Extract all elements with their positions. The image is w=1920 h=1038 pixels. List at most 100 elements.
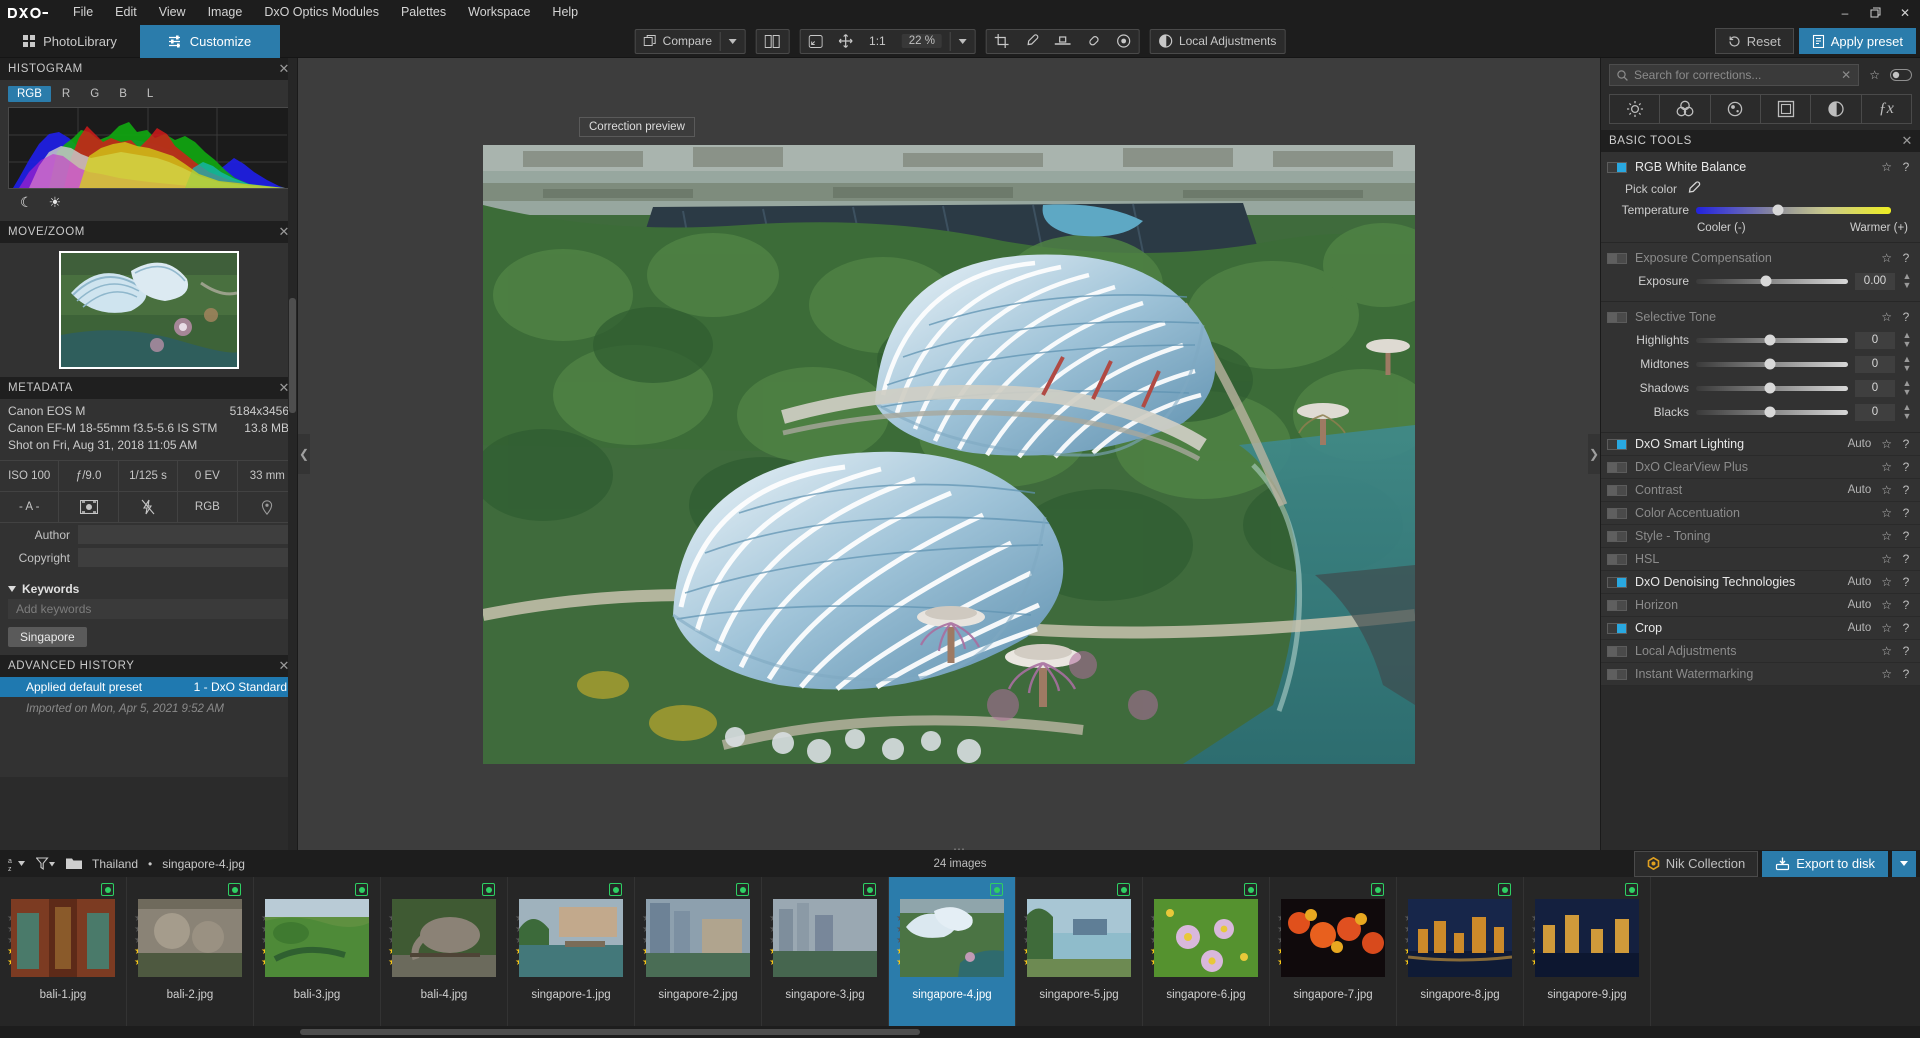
tool-row-dxo-denoising-technologies-auto[interactable]: Auto bbox=[1848, 576, 1872, 588]
histogram-tab-r[interactable]: R bbox=[53, 86, 79, 102]
tool-rgb-white-balance-toggle[interactable] bbox=[1607, 161, 1627, 173]
tool-row-contrast-toggle[interactable] bbox=[1607, 484, 1627, 496]
filmstrip-scrollbar-thumb[interactable] bbox=[300, 1029, 920, 1035]
pick-color-row[interactable]: Pick color bbox=[1601, 178, 1920, 200]
tool-row-local-adjustments-toggle[interactable] bbox=[1607, 645, 1627, 657]
tab-customize[interactable]: Customize bbox=[140, 24, 280, 58]
tool-row-color-accentuation-toggle[interactable] bbox=[1607, 507, 1627, 519]
keywords-header[interactable]: Keywords bbox=[0, 576, 297, 599]
breadcrumb-folder[interactable]: Thailand bbox=[92, 857, 138, 871]
keywords-input[interactable]: Add keywords bbox=[8, 599, 289, 619]
pan-move-button[interactable] bbox=[831, 30, 861, 53]
copyright-field[interactable] bbox=[78, 548, 289, 567]
menu-workspace[interactable]: Workspace bbox=[457, 0, 541, 25]
zoom-dropdown[interactable] bbox=[951, 30, 975, 53]
filmstrip-scrollbar[interactable] bbox=[0, 1026, 1920, 1038]
tool-row-dxo-denoising-technologies[interactable]: DxO Denoising Technologies Auto ☆ ? bbox=[1601, 571, 1920, 594]
tool-row-local-adjustments-help-icon[interactable]: ? bbox=[1900, 644, 1912, 658]
minimize-button[interactable]: – bbox=[1830, 0, 1860, 25]
tool-row-style-toning[interactable]: Style - Toning ☆ ? bbox=[1601, 525, 1920, 548]
menu-image[interactable]: Image bbox=[197, 0, 254, 25]
eyedropper-tool-button[interactable] bbox=[1017, 30, 1047, 53]
histogram-tab-b[interactable]: B bbox=[110, 86, 136, 102]
tool-row-contrast-favorite-icon[interactable]: ☆ bbox=[1881, 483, 1892, 497]
tool-row-crop-help-icon[interactable]: ? bbox=[1900, 621, 1912, 635]
toggle-all-icon[interactable] bbox=[1890, 69, 1912, 81]
menu-dxo-optics-modules[interactable]: DxO Optics Modules bbox=[253, 0, 390, 25]
shadows-slider[interactable] bbox=[1696, 382, 1848, 394]
tool-row-dxo-denoising-technologies-favorite-icon[interactable]: ☆ bbox=[1881, 575, 1892, 589]
tool-exposure-compensation-favorite-icon[interactable]: ☆ bbox=[1881, 251, 1892, 265]
tool-rgb-white-balance-header[interactable]: RGB White Balance ☆ ? bbox=[1601, 156, 1920, 178]
tool-row-dxo-smart-lighting[interactable]: DxO Smart Lighting Auto ☆ ? bbox=[1601, 433, 1920, 456]
tool-row-contrast-auto[interactable]: Auto bbox=[1848, 484, 1872, 496]
tool-row-horizon-help-icon[interactable]: ? bbox=[1900, 598, 1912, 612]
tab-light-icon[interactable] bbox=[1610, 95, 1661, 123]
favorites-star-icon[interactable]: ☆ bbox=[1869, 68, 1880, 82]
tool-row-dxo-smart-lighting-help-icon[interactable]: ? bbox=[1900, 437, 1912, 451]
tool-row-contrast[interactable]: Contrast Auto ☆ ? bbox=[1601, 479, 1920, 502]
filmstrip-item[interactable]: ↴ ★★★★★ singapore-7.jpg bbox=[1270, 877, 1397, 1026]
filmstrip-resize-handle[interactable]: ⋯ bbox=[953, 842, 967, 856]
tool-row-dxo-clearview-plus-help-icon[interactable]: ? bbox=[1900, 460, 1912, 474]
menu-help[interactable]: Help bbox=[541, 0, 589, 25]
tool-row-style-toning-help-icon[interactable]: ? bbox=[1900, 529, 1912, 543]
tool-row-crop-favorite-icon[interactable]: ☆ bbox=[1881, 621, 1892, 635]
temperature-slider[interactable] bbox=[1696, 204, 1891, 216]
filmstrip-item[interactable]: ↴ ★★★★★ singapore-1.jpg bbox=[508, 877, 635, 1026]
filmstrip-item[interactable]: ↴ ★★★★★ bali-4.jpg bbox=[381, 877, 508, 1026]
compare-dropdown[interactable] bbox=[721, 30, 745, 53]
basic-tools-close-icon[interactable]: ✕ bbox=[1902, 133, 1914, 149]
search-corrections-box[interactable]: Search for corrections... ✕ bbox=[1609, 64, 1860, 86]
zoom-level[interactable]: 22 % bbox=[894, 30, 950, 53]
tool-row-hsl-toggle[interactable] bbox=[1607, 553, 1627, 565]
left-panel-scrollbar[interactable] bbox=[288, 58, 297, 850]
tool-selective-tone-toggle[interactable] bbox=[1607, 311, 1627, 323]
sort-az-icon[interactable]: az bbox=[8, 856, 26, 872]
tool-row-hsl-favorite-icon[interactable]: ☆ bbox=[1881, 552, 1892, 566]
highlights-slider[interactable] bbox=[1696, 334, 1848, 346]
keyword-chip[interactable]: Singapore bbox=[8, 627, 87, 647]
fit-to-screen-button[interactable] bbox=[801, 30, 831, 53]
export-to-disk-button[interactable]: Export to disk bbox=[1762, 850, 1888, 877]
tool-exposure-compensation-toggle[interactable] bbox=[1607, 252, 1627, 264]
search-corrections-input[interactable]: Search for corrections... bbox=[1634, 68, 1835, 82]
apply-preset-button[interactable]: Apply preset bbox=[1798, 28, 1916, 54]
export-dropdown-button[interactable] bbox=[1892, 850, 1916, 877]
tool-row-dxo-smart-lighting-toggle[interactable] bbox=[1607, 438, 1627, 450]
shadows-stepper[interactable]: ▲ ▼ bbox=[1902, 379, 1912, 397]
exposure-value[interactable]: 0.00 bbox=[1855, 272, 1895, 290]
tool-row-dxo-smart-lighting-auto[interactable]: Auto bbox=[1848, 438, 1872, 450]
tool-row-instant-watermarking-toggle[interactable] bbox=[1607, 668, 1627, 680]
tool-selective-tone-help-icon[interactable]: ? bbox=[1900, 310, 1912, 324]
midtones-stepper[interactable]: ▲ ▼ bbox=[1902, 355, 1912, 373]
tool-row-style-toning-toggle[interactable] bbox=[1607, 530, 1627, 542]
tool-row-dxo-denoising-technologies-toggle[interactable] bbox=[1607, 576, 1627, 588]
highlights-stepper[interactable]: ▲ ▼ bbox=[1902, 331, 1912, 349]
midtones-value[interactable]: 0 bbox=[1855, 355, 1895, 373]
maximize-button[interactable] bbox=[1860, 0, 1890, 25]
repair-tool-button[interactable] bbox=[1079, 30, 1109, 53]
horizon-tool-button[interactable] bbox=[1047, 30, 1079, 53]
eyedropper-icon[interactable] bbox=[1685, 181, 1701, 197]
tool-row-crop-auto[interactable]: Auto bbox=[1848, 622, 1872, 634]
collapse-right-panel-button[interactable]: ❯ bbox=[1588, 434, 1600, 474]
split-view-button[interactable] bbox=[757, 30, 789, 53]
tool-row-contrast-help-icon[interactable]: ? bbox=[1900, 483, 1912, 497]
filmstrip-item[interactable]: ↴ ★★★★★ singapore-5.jpg bbox=[1016, 877, 1143, 1026]
left-panel-scrollbar-thumb[interactable] bbox=[289, 298, 296, 413]
tool-row-hsl[interactable]: HSL ☆ ? bbox=[1601, 548, 1920, 571]
tool-row-dxo-clearview-plus[interactable]: DxO ClearView Plus ☆ ? bbox=[1601, 456, 1920, 479]
collapse-left-panel-button[interactable]: ❮ bbox=[298, 434, 310, 474]
tab-fx-icon[interactable]: ƒx bbox=[1862, 95, 1911, 123]
filmstrip[interactable]: ↴ ★★★★★ bali-1.jpg ↴ ★★★★★ bali-2.jpg ↴ … bbox=[0, 877, 1920, 1026]
exposure-stepper[interactable]: ▲ ▼ bbox=[1902, 272, 1912, 290]
reset-button[interactable]: Reset bbox=[1714, 28, 1794, 54]
blacks-value[interactable]: 0 bbox=[1855, 403, 1895, 421]
image-viewer[interactable]: ❮ Correction preview ❯ bbox=[298, 58, 1600, 850]
shadows-value[interactable]: 0 bbox=[1855, 379, 1895, 397]
local-adjustments-button[interactable]: Local Adjustments bbox=[1151, 30, 1284, 53]
tool-row-dxo-smart-lighting-favorite-icon[interactable]: ☆ bbox=[1881, 437, 1892, 451]
exposure-slider[interactable] bbox=[1696, 275, 1848, 287]
tool-row-color-accentuation-help-icon[interactable]: ? bbox=[1900, 506, 1912, 520]
